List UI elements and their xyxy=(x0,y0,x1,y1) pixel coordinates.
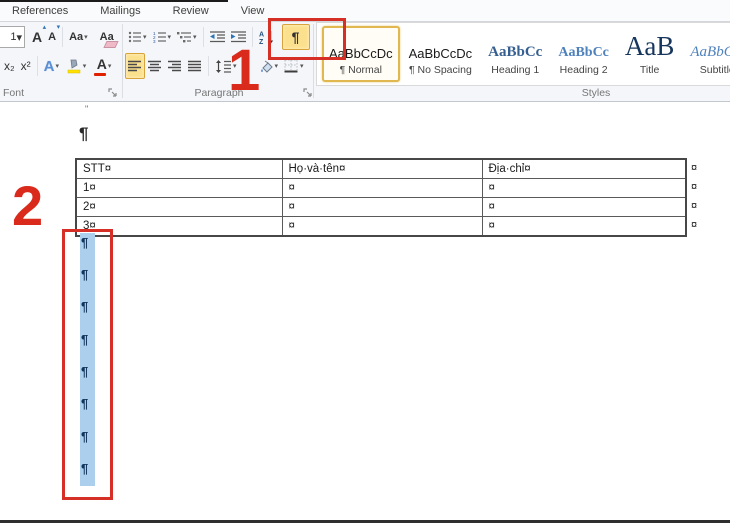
chevron-down-icon: ▾ xyxy=(84,34,88,41)
paint-bucket-icon xyxy=(259,60,274,73)
font-size-combo[interactable]: 1 ▾ xyxy=(0,26,25,48)
annotation-box-1 xyxy=(268,18,346,60)
svg-text:3: 3 xyxy=(153,39,156,43)
red-color-bar xyxy=(94,73,106,77)
justify-icon xyxy=(188,60,202,72)
styles-group: AaBbCcDc ¶ Normal AaBbCcDc ¶ No Spacing … xyxy=(316,22,730,101)
highlight-color-button[interactable]: ▾ xyxy=(62,53,90,79)
bullets-button[interactable]: ▾ xyxy=(125,24,150,50)
change-case-button[interactable]: Aa ▾ xyxy=(66,24,91,50)
header-cell-stt[interactable]: STT¤ xyxy=(76,159,282,179)
decrease-indent-button[interactable] xyxy=(207,24,228,50)
word-window: References Mailings Review View 1 ▾ A ▴ … xyxy=(0,0,730,526)
eraser-icon xyxy=(103,41,118,48)
align-center-button[interactable] xyxy=(145,53,165,79)
cell[interactable]: 2¤ xyxy=(76,198,282,217)
tab-references[interactable]: References xyxy=(8,5,72,17)
style-subtitle[interactable]: AaBbCc. Subtitle xyxy=(683,26,730,82)
table-row: 1¤ ¤ ¤ xyxy=(76,179,686,198)
superscript-button[interactable]: x² xyxy=(18,53,34,79)
multilevel-list-button[interactable]: ▾ xyxy=(174,24,200,50)
style-heading1[interactable]: AaBbCc Heading 1 xyxy=(481,26,549,82)
highlighter-icon xyxy=(66,58,82,74)
cell[interactable]: ¤ xyxy=(282,179,482,198)
stray-mark: " xyxy=(85,104,88,114)
divider xyxy=(62,27,63,47)
numbered-list-icon: 123 xyxy=(153,31,167,43)
divider xyxy=(37,56,38,76)
chevron-down-icon: ▾ xyxy=(108,63,112,70)
styles-group-label: Styles xyxy=(446,87,730,99)
align-left-icon xyxy=(128,60,142,72)
chevron-down-icon: ▾ xyxy=(193,34,197,41)
tab-view[interactable]: View xyxy=(237,5,269,17)
numbering-button[interactable]: 123 ▾ xyxy=(150,24,175,50)
text-effects-button[interactable]: A ▾ xyxy=(41,53,62,79)
font-group-label: Font xyxy=(0,87,125,99)
header-cell-hoten[interactable]: Họ·và·tên¤ xyxy=(282,159,482,179)
paragraph-mark: ¶ xyxy=(79,124,88,144)
annotation-number-1: 1 xyxy=(228,42,260,100)
annotation-box-2 xyxy=(62,229,113,500)
cell[interactable]: ¤ xyxy=(282,198,482,217)
cell[interactable]: ¤ xyxy=(482,217,686,237)
table-row: 3¤ ¤ ¤ xyxy=(76,217,686,237)
chevron-down-icon: ▾ xyxy=(300,63,304,70)
row-end-mark: ¤ xyxy=(691,162,697,174)
align-right-icon xyxy=(168,60,182,72)
font-dialog-launcher[interactable] xyxy=(108,88,118,98)
chevron-down-icon: ▾ xyxy=(275,63,279,70)
ribbon: 1 ▾ A ▴ A ▾ Aa ▾ Aa xyxy=(0,22,730,102)
window-edge-line xyxy=(0,0,228,2)
chevron-down-icon: ▾ xyxy=(56,63,60,70)
chevron-down-icon: ▾ xyxy=(16,31,22,44)
cell[interactable]: ¤ xyxy=(482,198,686,217)
chevron-down-icon: ▾ xyxy=(143,34,147,41)
divider xyxy=(203,27,204,47)
tab-review[interactable]: Review xyxy=(169,5,213,17)
styles-gallery: AaBbCcDc ¶ Normal AaBbCcDc ¶ No Spacing … xyxy=(316,22,730,86)
row-end-mark: ¤ xyxy=(691,200,697,212)
style-heading2[interactable]: AaBbCc Heading 2 xyxy=(551,26,616,82)
grow-font-button[interactable]: A ▴ xyxy=(29,24,45,50)
borders-icon xyxy=(284,59,299,73)
annotation-number-2: 2 xyxy=(12,178,43,234)
cell[interactable]: 1¤ xyxy=(76,179,282,198)
tab-mailings[interactable]: Mailings xyxy=(96,5,144,17)
paragraph-dialog-launcher[interactable] xyxy=(303,88,313,98)
cell[interactable]: ¤ xyxy=(482,179,686,198)
subscript-button[interactable]: x₂ xyxy=(1,53,18,79)
style-title[interactable]: AaB Title xyxy=(618,26,682,82)
clear-formatting-button[interactable]: Aa xyxy=(97,24,117,50)
align-center-icon xyxy=(148,60,162,72)
table-header-row: STT¤ Họ·và·tên¤ Địa·chỉ¤ xyxy=(76,159,686,179)
multilevel-list-icon xyxy=(177,31,192,43)
cell[interactable]: ¤ xyxy=(282,217,482,237)
font-color-button[interactable]: A ▾ xyxy=(90,53,118,79)
ribbon-tab-bar: References Mailings Review View xyxy=(0,0,730,22)
divider xyxy=(208,56,209,76)
row-end-mark: ¤ xyxy=(691,219,697,231)
style-no-spacing[interactable]: AaBbCcDc ¶ No Spacing xyxy=(402,26,480,82)
chevron-down-icon: ▾ xyxy=(168,34,172,41)
shrink-font-button[interactable]: A ▾ xyxy=(45,24,59,50)
header-cell-diachi[interactable]: Địa·chỉ¤ xyxy=(482,159,686,179)
chevron-down-icon: ▾ xyxy=(83,63,87,70)
row-end-mark: ¤ xyxy=(691,181,697,193)
caret-down-icon: ▾ xyxy=(57,24,61,31)
decrease-indent-icon xyxy=(210,31,225,43)
align-right-button[interactable] xyxy=(165,53,185,79)
paragraph-group-label: Paragraph xyxy=(125,87,313,99)
document-table[interactable]: STT¤ Họ·và·tên¤ Địa·chỉ¤ 1¤ ¤ ¤ 2¤ ¤ ¤ 3… xyxy=(75,158,687,237)
bullet-list-icon xyxy=(128,31,142,43)
font-group: 1 ▾ A ▴ A ▾ Aa ▾ Aa xyxy=(0,22,122,101)
table-row: 2¤ ¤ ¤ xyxy=(76,198,686,217)
justify-button[interactable] xyxy=(185,53,205,79)
align-left-button[interactable] xyxy=(125,53,145,79)
bottom-edge-line xyxy=(0,520,730,523)
